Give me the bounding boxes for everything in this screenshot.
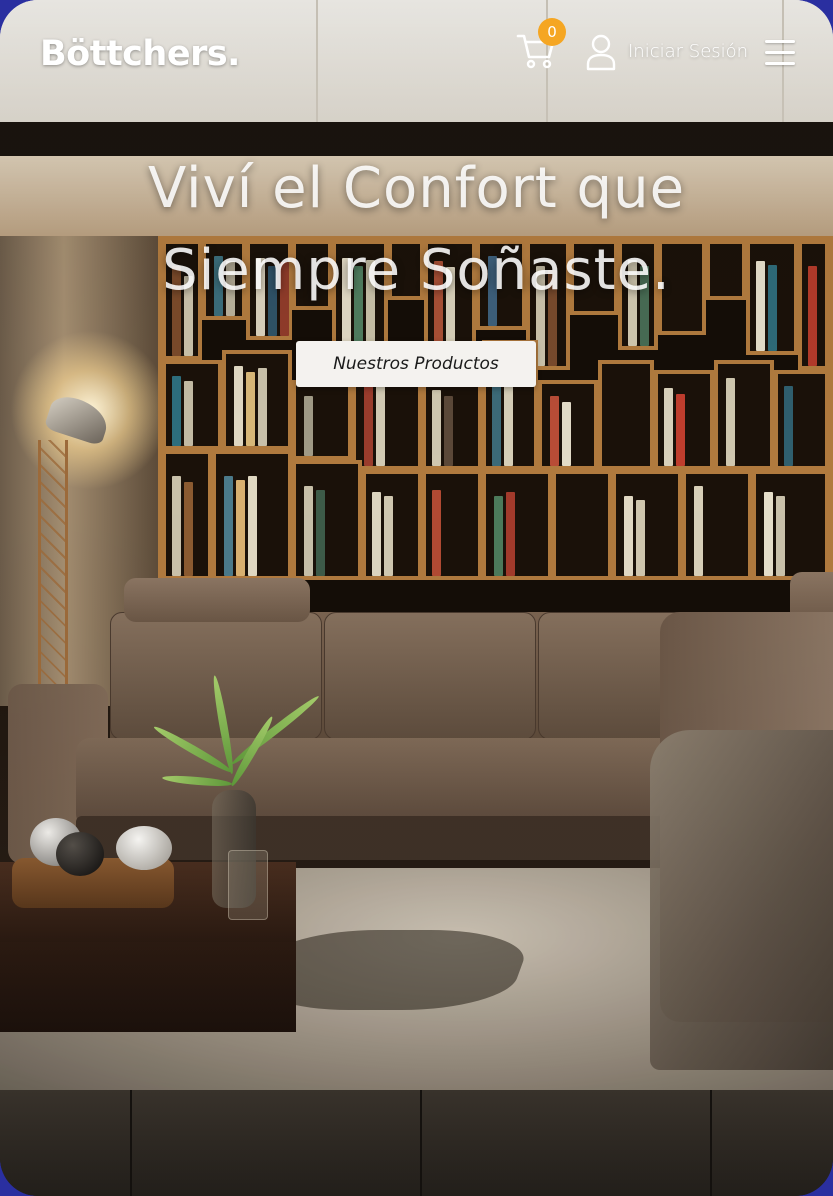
user-icon[interactable]	[585, 33, 617, 71]
site-header: Böttchers. 0 Iniciar Sesión	[0, 0, 833, 110]
logo[interactable]: Böttchers.	[40, 34, 240, 74]
hero-title: Viví el Confort que Siempre Soñaste.	[0, 148, 833, 312]
products-button[interactable]: Nuestros Productos	[296, 341, 536, 387]
hero-title-line-1: Viví el Confort que	[147, 156, 686, 221]
app-screen: Böttchers. 0 Iniciar Sesión Viví el Conf…	[0, 0, 833, 1196]
hamburger-menu-icon[interactable]	[765, 40, 795, 66]
hero-title-line-2: Siempre Soñaste.	[162, 238, 671, 303]
login-link[interactable]: Iniciar Sesión	[628, 41, 748, 62]
cart-count-badge: 0	[538, 18, 566, 46]
